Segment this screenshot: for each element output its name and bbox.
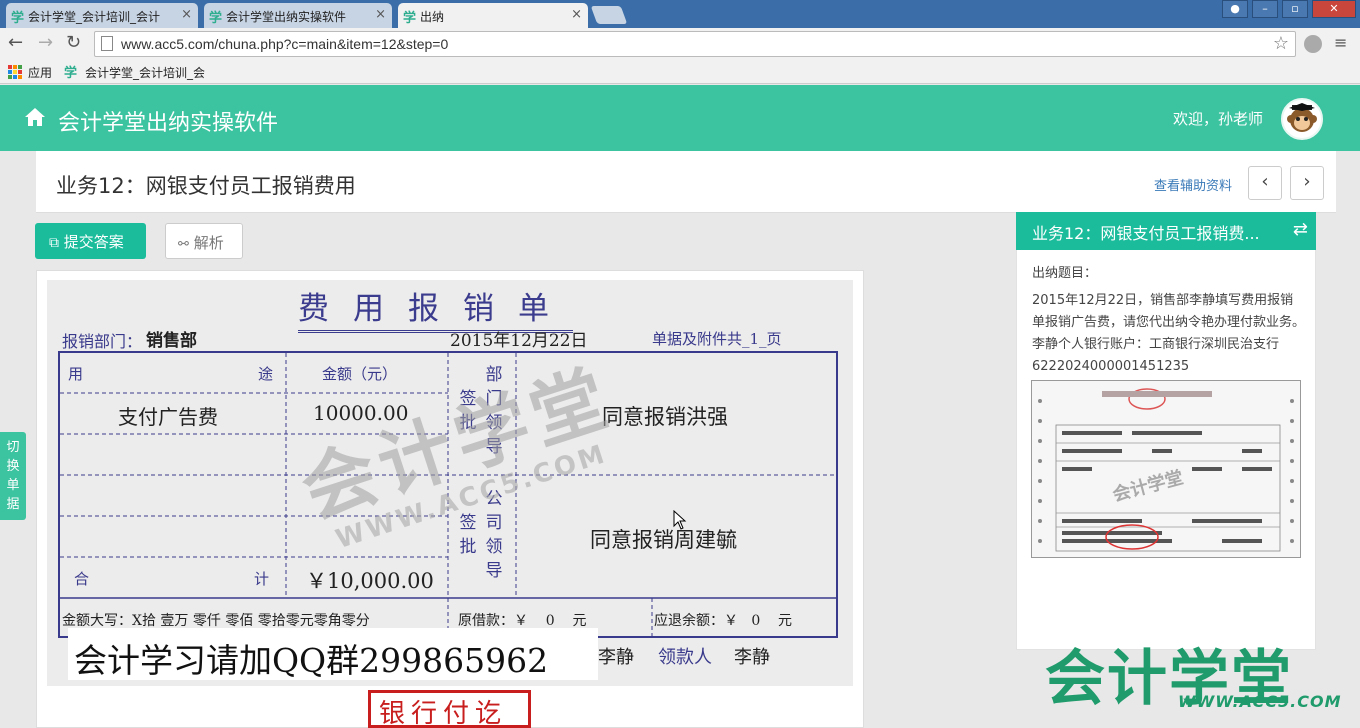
bookmark-star-icon[interactable]: ☆: [1273, 33, 1289, 54]
company-opinion: 同意报销周建毓: [590, 528, 737, 552]
forward-arrow-icon[interactable]: →: [38, 32, 53, 53]
total-amount: ￥10,000.00: [306, 569, 434, 593]
row-purpose: 支付广告费: [118, 405, 218, 429]
browser-tab-1[interactable]: 学 会计学堂_会计培训_会计 ×: [6, 3, 198, 28]
total-right: 计: [254, 570, 270, 588]
col-amount-header: 金额（元）: [322, 365, 398, 383]
tab-label: 会计学堂_会计培训_会计: [28, 10, 161, 24]
col-purpose-left: 用: [68, 365, 84, 383]
user-icon[interactable]: ●: [1222, 0, 1248, 18]
qq-group-banner: 会计学习请加QQ群299865962: [68, 628, 598, 680]
bank-paid-stamp: 银行付讫: [368, 690, 531, 728]
question-panel-title: 业务12：网银支付员工报销费...: [1032, 224, 1260, 243]
analysis-button[interactable]: ⚯ 解析: [165, 223, 243, 259]
switch-document-tab[interactable]: 切换单据: [0, 432, 26, 520]
new-tab-button[interactable]: [590, 6, 628, 24]
page-title: 业务12：网银支付员工报销费用: [56, 174, 356, 198]
url-text[interactable]: www.acc5.com/chuna.php?c=main&item=12&st…: [121, 36, 448, 52]
browser-title-bar: 学 会计学堂_会计培训_会计 × 学 会计学堂出纳实操软件 × 学 出纳 × ●…: [0, 0, 1360, 28]
total-left: 合: [74, 570, 90, 588]
tab-label: 出纳: [420, 10, 445, 24]
extension-icon[interactable]: [1304, 35, 1322, 53]
submit-answer-button[interactable]: ⧉ 提交答案: [35, 223, 146, 259]
invoice-image: 会计学堂: [1032, 381, 1300, 557]
brand-logo-url: WWW.ACC5.COM: [1178, 692, 1342, 711]
next-button[interactable]: ›: [1290, 166, 1324, 200]
payee-label: 领款人: [658, 647, 712, 668]
monkey-avatar-icon: [1287, 103, 1317, 132]
external-link-icon: ⧉: [49, 235, 59, 251]
address-bar[interactable]: www.acc5.com/chuna.php?c=main&item=12&st…: [94, 31, 1296, 57]
tab-close-icon[interactable]: ×: [375, 7, 386, 22]
bookmark-link[interactable]: 会计学堂_会计培训_会: [85, 64, 205, 81]
tab-label: 会计学堂出纳实操软件: [226, 10, 347, 24]
handler-name: 李静: [598, 647, 634, 668]
prev-button[interactable]: ‹: [1248, 166, 1282, 200]
task-header: 业务12：网银支付员工报销费用 查看辅助资料 ‹ ›: [36, 151, 1336, 213]
payee-name: 李静: [734, 647, 770, 668]
switch-tab-label: 切换单据: [6, 440, 20, 512]
apps-bookmark[interactable]: 应用: [28, 64, 52, 81]
col-purpose-right: 途: [258, 365, 274, 383]
browser-tab-2[interactable]: 学 会计学堂出纳实操软件 ×: [204, 3, 392, 28]
browser-toolbar: ← → ↻ www.acc5.com/chuna.php?c=main&item…: [0, 28, 1360, 60]
loan-amount: 原借款：￥ 0 元: [458, 613, 587, 629]
help-link[interactable]: 查看辅助资料: [1154, 175, 1232, 194]
browser-menu-icon[interactable]: ≡: [1334, 33, 1347, 52]
page-icon: [101, 36, 113, 51]
question-label: 出纳题目：: [1032, 266, 1098, 281]
browser-tab-3[interactable]: 学 出纳 ×: [398, 3, 588, 28]
window-close-button[interactable]: ✕: [1312, 0, 1356, 18]
question-description: 2015年12月22日，销售部李静填写费用报销单报销广告费，请您代出纳令艳办理付…: [1032, 293, 1306, 374]
reload-icon[interactable]: ↻: [66, 32, 81, 53]
app-header: 会计学堂出纳实操软件 欢迎，孙老师: [0, 85, 1360, 151]
app-title: 会计学堂出纳实操软件: [58, 111, 279, 136]
bookmarks-bar: 应用 学 会计学堂_会计培训_会: [0, 60, 1360, 84]
maximize-button[interactable]: ▫: [1282, 0, 1308, 18]
swap-icon[interactable]: ⇄: [1293, 219, 1308, 240]
unlink-icon: ⚯: [178, 237, 189, 252]
avatar[interactable]: [1281, 98, 1323, 140]
refund-amount: 应退余额：￥ 0 元: [654, 613, 793, 629]
sign-label-b: 签批: [459, 513, 477, 557]
amount-in-words: 金额大写：X拾 壹万 零仟 零佰 零拾零元零角零分: [62, 613, 370, 629]
dept-label: 报销部门：: [62, 332, 143, 351]
mouse-cursor-icon: [673, 510, 687, 530]
welcome-text: 欢迎，孙老师: [1173, 110, 1264, 128]
minimize-button[interactable]: –: [1252, 0, 1278, 18]
dept-opinion: 同意报销洪强: [602, 405, 728, 429]
analysis-label: 解析: [193, 234, 224, 252]
question-panel-header: 业务12：网银支付员工报销费... ⇄: [1016, 212, 1316, 250]
tab-close-icon[interactable]: ×: [181, 7, 192, 22]
site-favicon-icon: 学: [209, 11, 223, 26]
submit-label: 提交答案: [63, 233, 124, 251]
dept-value: 销售部: [146, 331, 197, 351]
back-arrow-icon[interactable]: ←: [8, 32, 23, 53]
attachment-count: 单据及附件共_1_页: [652, 330, 782, 348]
home-icon[interactable]: [24, 107, 46, 127]
tab-close-icon[interactable]: ×: [571, 7, 582, 22]
site-favicon-icon: 学: [403, 11, 417, 26]
apps-grid-icon[interactable]: [8, 65, 22, 79]
site-favicon-icon: 学: [11, 11, 25, 26]
site-favicon-icon: 学: [64, 66, 78, 81]
invoice-thumbnail[interactable]: 会计学堂: [1031, 380, 1301, 558]
